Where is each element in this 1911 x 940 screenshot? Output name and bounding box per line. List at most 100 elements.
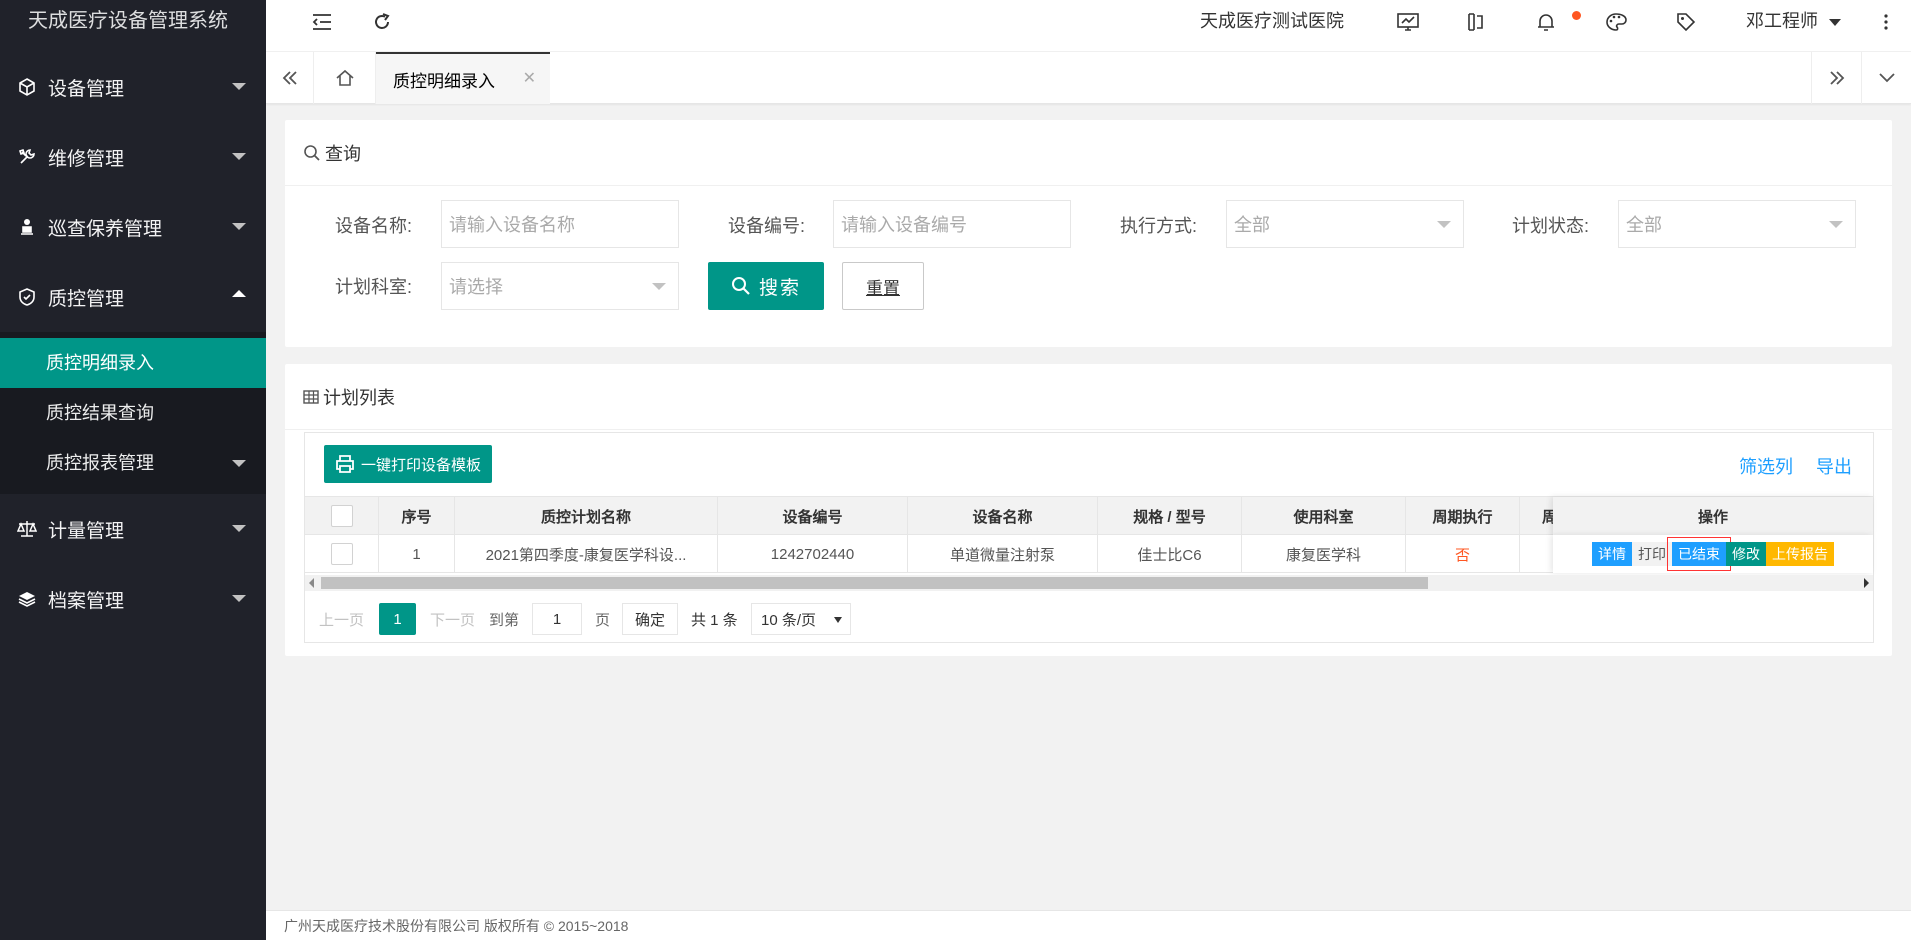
chevron-up-icon: [232, 290, 246, 297]
col-device-name: 设备名称: [908, 497, 1098, 535]
sidebar-item-quality[interactable]: 质控管理: [0, 262, 266, 332]
pagination: 上一页 1 下一页 到第 1 页 确定 共 1 条 10 条/页: [305, 591, 1873, 643]
cube-icon: [16, 76, 38, 98]
chevron-down-icon: [834, 617, 842, 623]
sidebar-subitem-qc-report[interactable]: 质控报表管理: [0, 438, 266, 488]
device-no-input[interactable]: 请输入设备编号: [833, 200, 1071, 248]
col-operation: 操作: [1553, 497, 1873, 535]
select-all-checkbox[interactable]: [330, 505, 353, 527]
chevron-down-icon: [232, 595, 246, 602]
monitor-icon[interactable]: [1388, 0, 1428, 44]
tab-qc-entry[interactable]: 质控明细录入 ✕: [376, 52, 550, 104]
tabs-scroll-right-icon[interactable]: [1811, 52, 1861, 104]
col-dept: 使用科室: [1242, 497, 1406, 535]
page-unit-label: 页: [595, 611, 611, 629]
chevron-down-icon: [232, 223, 246, 230]
row-operations: 详情 打印 已结束 修改 上传报告: [1553, 535, 1873, 573]
chevron-down-icon: [1829, 18, 1842, 26]
chevron-down-icon: [232, 525, 246, 532]
sidebar-subitem-qc-entry[interactable]: 质控明细录入: [0, 338, 266, 388]
printer-icon: [335, 454, 355, 474]
page-1-button[interactable]: 1: [379, 603, 416, 635]
sidebar-item-label: 档案管理: [48, 590, 125, 612]
device-name-input[interactable]: 请输入设备名称: [441, 200, 679, 248]
goto-page-input[interactable]: 1: [532, 603, 582, 635]
cell-dept: 康复医学科: [1242, 535, 1406, 573]
scrollbar-thumb[interactable]: [321, 577, 1428, 589]
close-icon[interactable]: ✕: [523, 68, 536, 88]
finished-button[interactable]: 已结束: [1667, 537, 1731, 571]
device-name-placeholder: 请输入设备名称: [449, 215, 575, 235]
table-toolbar: 一键打印设备模板 筛选列 导出: [305, 433, 1873, 497]
device-name-label: 设备名称:: [335, 216, 413, 236]
print-button[interactable]: 打印: [1632, 542, 1672, 566]
user-name: 邓工程师: [1746, 11, 1818, 31]
app-logo-title: 天成医疗设备管理系统: [0, 0, 266, 52]
col-periodic: 周期执行: [1406, 497, 1520, 535]
col-model: 规格 / 型号: [1098, 497, 1242, 535]
home-tab-icon[interactable]: [314, 52, 376, 104]
tabs-scroll-left-icon[interactable]: [266, 52, 314, 104]
sidebar-item-label: 巡查保养管理: [48, 218, 163, 240]
sidebar-item-label: 计量管理: [48, 520, 125, 542]
theme-palette-icon[interactable]: [1596, 0, 1636, 44]
print-template-button[interactable]: 一键打印设备模板: [324, 445, 492, 483]
edit-button[interactable]: 修改: [1726, 542, 1766, 566]
sidebar-item-inspection[interactable]: 巡查保养管理: [0, 192, 266, 262]
exec-mode-select[interactable]: 全部: [1226, 200, 1464, 248]
cell-index: 1: [379, 535, 455, 573]
cell-device-no: 1242702440: [718, 535, 908, 573]
bell-icon[interactable]: [1526, 0, 1566, 44]
scroll-right-arrow-icon[interactable]: [1864, 578, 1869, 588]
search-button-label: 搜索: [758, 277, 801, 299]
sidebar-item-label: 质控管理: [48, 288, 125, 310]
prev-page-link[interactable]: 上一页: [319, 603, 364, 635]
sidebar-item-label: 维修管理: [48, 148, 125, 170]
horizontal-scrollbar[interactable]: [305, 575, 1873, 591]
device-no-label: 设备编号:: [728, 216, 806, 236]
filter-columns-link[interactable]: 筛选列: [1739, 453, 1793, 479]
user-menu[interactable]: 邓工程师: [1746, 0, 1842, 44]
chevron-down-icon: [232, 460, 246, 467]
read-mode-icon[interactable]: [1456, 0, 1496, 44]
plan-status-select[interactable]: 全部: [1618, 200, 1856, 248]
col-plan-name: 质控计划名称: [455, 497, 718, 535]
sidebar-item-metrology[interactable]: 计量管理: [0, 494, 266, 564]
reset-button[interactable]: 重置: [842, 262, 924, 310]
export-link[interactable]: 导出: [1816, 453, 1852, 479]
plan-table: 一键打印设备模板 筛选列 导出 序号 质控计划名称 设备编号 设备名称 规格 /…: [304, 432, 1874, 643]
row-checkbox-cell: [305, 535, 379, 573]
search-button[interactable]: 搜索: [708, 262, 824, 310]
chevron-down-icon: [652, 283, 666, 290]
tabs-options-icon[interactable]: [1861, 52, 1911, 104]
cell-periodic: 否: [1406, 535, 1520, 573]
sidebar-item-archive[interactable]: 档案管理: [0, 564, 266, 634]
tag-icon[interactable]: [1666, 0, 1706, 44]
table-icon: [303, 389, 319, 404]
more-vertical-icon[interactable]: [1866, 0, 1906, 44]
cell-model: 佳士比C6: [1098, 535, 1242, 573]
menu-toggle-icon[interactable]: [302, 0, 342, 44]
next-page-link[interactable]: 下一页: [430, 603, 475, 635]
tabs-bar: 质控明细录入 ✕: [266, 52, 1911, 104]
page-size-select[interactable]: 10 条/页: [751, 603, 851, 635]
upload-report-button[interactable]: 上传报告: [1766, 542, 1834, 566]
plan-dept-select[interactable]: 请选择: [441, 262, 679, 310]
sidebar-item-device[interactable]: 设备管理: [0, 52, 266, 122]
plan-list-header: 计划列表: [285, 364, 1892, 430]
search-icon: [731, 276, 751, 296]
total-count: 共 1 条: [691, 611, 738, 629]
plan-status-label: 计划状态:: [1512, 216, 1590, 236]
wrench-icon: [16, 146, 38, 168]
detail-button[interactable]: 详情: [1592, 542, 1632, 566]
plan-dept-label: 计划科室:: [335, 277, 413, 297]
sidebar-item-repair[interactable]: 维修管理: [0, 122, 266, 192]
scroll-left-arrow-icon[interactable]: [309, 578, 314, 588]
sidebar-subitem-qc-result[interactable]: 质控结果查询: [0, 388, 266, 438]
chevron-down-icon: [232, 83, 246, 90]
row-checkbox[interactable]: [330, 543, 353, 565]
quality-sub-menu: 质控明细录入 质控结果查询 质控报表管理: [0, 332, 266, 494]
exec-mode-label: 执行方式:: [1120, 216, 1198, 236]
goto-confirm-button[interactable]: 确定: [622, 603, 678, 635]
refresh-icon[interactable]: [362, 0, 402, 44]
